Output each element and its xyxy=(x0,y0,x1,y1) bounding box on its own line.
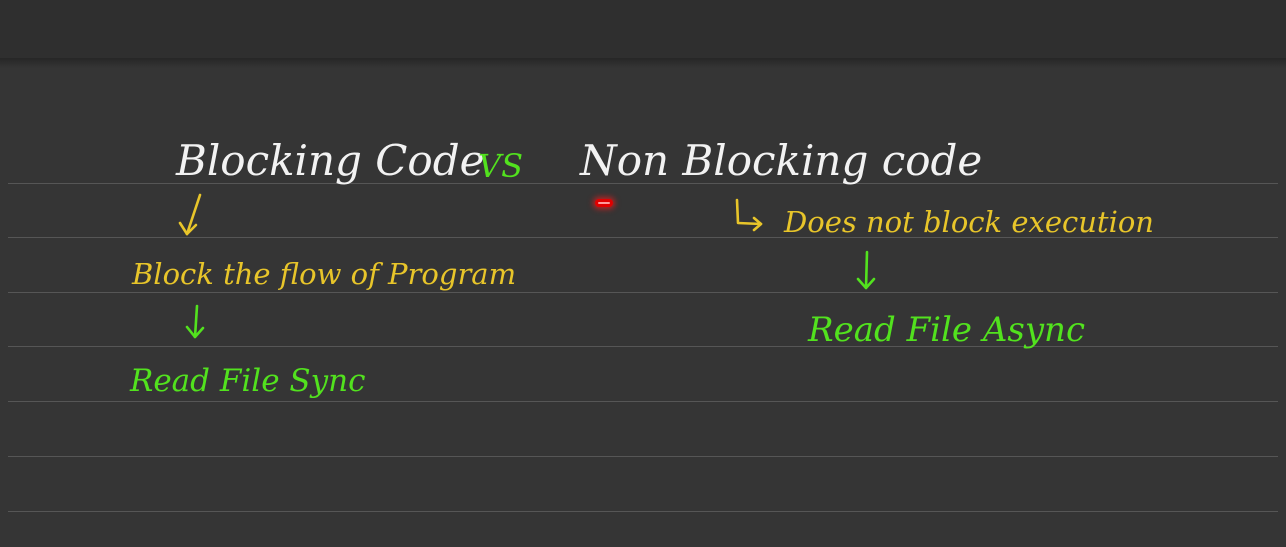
top-toolbar xyxy=(0,0,1286,58)
down-arrow-icon xyxy=(856,250,876,290)
ruled-line xyxy=(8,401,1278,402)
corner-arrow-icon xyxy=(735,198,763,232)
laser-pointer-core xyxy=(598,202,610,204)
ruled-line xyxy=(8,292,1278,293)
laser-pointer xyxy=(595,199,613,207)
heading-non-blocking-code: Non Blocking code xyxy=(580,136,983,185)
heading-vs: VS xyxy=(478,147,524,185)
heading-blocking-code: Blocking Code xyxy=(176,136,485,185)
down-arrow-icon xyxy=(185,304,205,339)
non-blocking-example: Read File Async xyxy=(808,310,1085,350)
ruled-line xyxy=(8,511,1278,512)
whiteboard-canvas[interactable]: Blocking Code VS Non Blocking code Block… xyxy=(0,0,1286,547)
blocking-description: Block the flow of Program xyxy=(132,257,517,291)
toolbar-shadow xyxy=(0,58,1286,68)
ruled-line xyxy=(8,346,1278,347)
blocking-example: Read File Sync xyxy=(130,363,366,399)
ruled-line xyxy=(8,456,1278,457)
down-arrow-icon xyxy=(178,193,202,236)
non-blocking-description: Does not block execution xyxy=(784,205,1154,239)
